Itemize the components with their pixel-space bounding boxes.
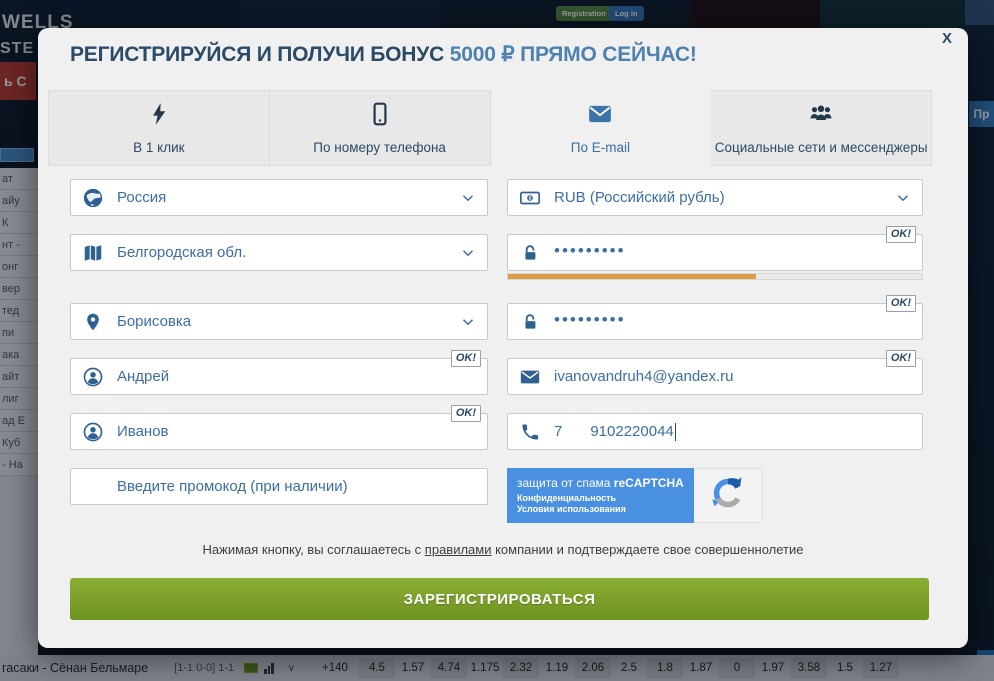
chevron-down-icon <box>459 313 477 331</box>
recaptcha-title-text: защита от спама <box>517 476 614 490</box>
map-icon <box>81 242 105 264</box>
modal-title: РЕГИСТРИРУЙСЯ И ПОЛУЧИ БОНУС 5000 ₽ ПРЯМ… <box>70 42 697 67</box>
country-value: Россия <box>117 189 166 206</box>
agreement-before: Нажимая кнопку, вы соглашаетесь с <box>203 542 425 557</box>
tab-label: Социальные сети и мессенджеры <box>715 140 928 155</box>
agreement-text: Нажимая кнопку, вы соглашаетесь с правил… <box>38 542 968 557</box>
lightning-icon <box>146 101 172 132</box>
last-name-input[interactable]: OK! Иванов <box>70 413 488 450</box>
phone-code: 7 <box>554 423 562 440</box>
region-value: Белгородская обл. <box>117 244 246 261</box>
currency-select[interactable]: 0 RUB (Российский рубль) <box>507 179 923 216</box>
currency-value: RUB (Российский рубль) <box>554 189 725 206</box>
password-repeat-value: ••••••••• <box>554 310 626 330</box>
rules-link[interactable]: правилами <box>425 542 492 557</box>
tab-phone[interactable]: По номеру телефона <box>270 90 491 166</box>
svg-text:0: 0 <box>529 196 532 202</box>
registration-tabs: В 1 клик По номеру телефона По E-mail <box>48 90 932 166</box>
title-main: РЕГИСТРИРУЙСЯ И ПОЛУЧИ БОНУС <box>70 43 450 66</box>
globe-icon <box>81 187 105 209</box>
city-value: Борисовка <box>117 313 191 330</box>
email-value: ivanovandruh4@yandex.ru <box>554 368 734 385</box>
envelope-icon <box>518 366 542 388</box>
email-icon <box>586 101 614 132</box>
ok-badge: OK! <box>451 350 481 367</box>
lock-open-icon <box>518 311 542 333</box>
country-select[interactable]: Россия <box>70 179 488 216</box>
title-accent: 5000 ₽ ПРЯМО СЕЙЧАС! <box>450 43 697 66</box>
text-cursor <box>675 423 677 441</box>
city-select[interactable]: Борисовка <box>70 303 488 340</box>
people-icon <box>807 101 835 132</box>
recaptcha-title: защита от спама reCAPTCHA <box>517 476 684 490</box>
terms-link[interactable]: Условия использования <box>517 504 626 514</box>
user-icon <box>81 421 105 443</box>
page: WELLS STE Registration Log in ь С Пр ат … <box>0 0 994 681</box>
recaptcha-links: КонфиденциальностьУсловия использования <box>517 493 647 515</box>
close-icon[interactable]: X <box>942 30 952 47</box>
tab-label: По E-mail <box>571 140 630 155</box>
banknote-icon: 0 <box>518 187 542 209</box>
lock-open-icon <box>518 242 542 264</box>
last-name-value: Иванов <box>117 423 169 440</box>
recaptcha-widget: защита от спама reCAPTCHA Конфиденциальн… <box>507 468 763 523</box>
password-strength-bar <box>507 273 923 280</box>
chevron-down-icon <box>894 189 912 207</box>
promo-placeholder: Введите промокод (при наличии) <box>117 478 348 495</box>
pin-icon <box>81 311 105 333</box>
password-strength-fill <box>508 274 756 279</box>
tab-social[interactable]: Социальные сети и мессенджеры <box>711 90 932 166</box>
registration-modal: X РЕГИСТРИРУЙСЯ И ПОЛУЧИ БОНУС 5000 ₽ ПР… <box>38 28 968 648</box>
region-select[interactable]: Белгородская обл. <box>70 234 488 271</box>
recaptcha-info: защита от спама reCAPTCHA Конфиденциальн… <box>507 468 694 523</box>
ok-badge: OK! <box>451 405 481 422</box>
ok-badge: OK! <box>886 350 916 367</box>
phone-input[interactable]: 7 9102220044 <box>507 413 923 450</box>
chevron-down-icon <box>459 244 477 262</box>
password-repeat-input[interactable]: OK! ••••••••• <box>507 303 923 340</box>
password-value: ••••••••• <box>554 241 626 261</box>
agreement-after: компании и подтверждаете свое совершенно… <box>491 542 803 557</box>
email-input[interactable]: OK! ivanovandruh4@yandex.ru <box>507 358 923 395</box>
user-icon <box>81 366 105 388</box>
phone-icon <box>518 422 542 442</box>
chevron-down-icon <box>459 189 477 207</box>
ok-badge: OK! <box>886 295 916 312</box>
recaptcha-logo-box <box>694 468 763 523</box>
tab-label: По номеру телефона <box>313 140 446 155</box>
phone-number: 9102220044 <box>590 423 673 440</box>
first-name-input[interactable]: OK! Андрей <box>70 358 488 395</box>
tab-one-click[interactable]: В 1 клик <box>48 90 270 166</box>
tab-email[interactable]: По E-mail <box>491 90 712 166</box>
privacy-link[interactable]: Конфиденциальность <box>517 493 616 503</box>
first-name-value: Андрей <box>117 368 169 385</box>
password-input[interactable]: OK! ••••••••• <box>507 234 923 271</box>
smartphone-icon <box>367 101 393 132</box>
promo-code-input[interactable]: Введите промокод (при наличии) <box>70 468 488 505</box>
recaptcha-brand: reCAPTCHA <box>614 476 684 490</box>
recaptcha-logo-icon <box>709 474 747 517</box>
ok-badge: OK! <box>886 226 916 243</box>
tab-label: В 1 клик <box>133 140 184 155</box>
register-button[interactable]: ЗАРЕГИСТРИРОВАТЬСЯ <box>70 578 929 620</box>
